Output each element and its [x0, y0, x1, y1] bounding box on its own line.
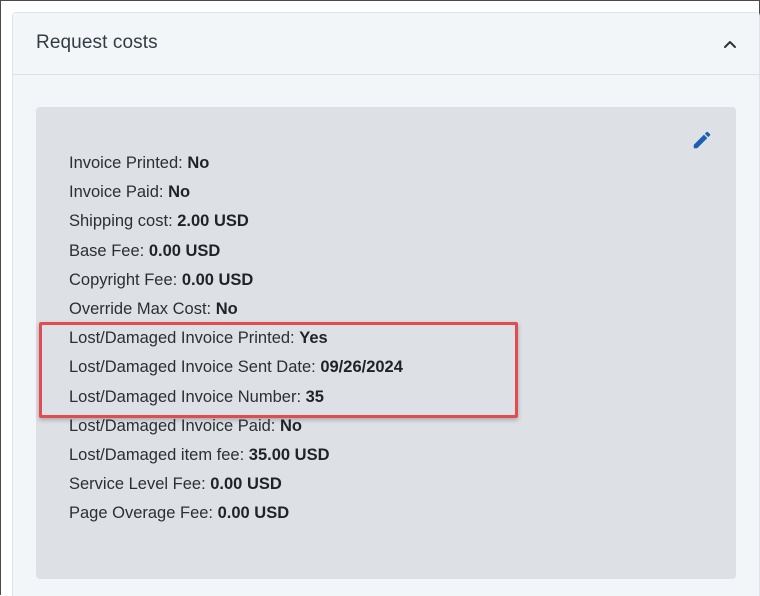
field-label: Lost/Damaged Invoice Paid: — [69, 416, 276, 435]
field-lost-damaged-invoice-number: Lost/Damaged Invoice Number: 35 — [69, 383, 403, 412]
window-frame: Request costs Invoice Printed: No Invoic… — [0, 0, 760, 596]
field-value: No — [187, 154, 210, 172]
field-service-level-fee: Service Level Fee: 0.00 USD — [69, 470, 403, 499]
field-value: 0.00 USD — [181, 270, 254, 289]
field-value: 35 — [305, 387, 324, 406]
field-page-overage-fee: Page Overage Fee: 0.00 USD — [69, 499, 403, 528]
cost-field-list: Invoice Printed: No Invoice Paid: No Shi… — [69, 149, 403, 528]
pencil-icon[interactable] — [691, 129, 713, 151]
field-value: 0.00 USD — [217, 504, 290, 523]
field-value: No — [279, 416, 302, 435]
field-label: Service Level Fee: — [69, 475, 206, 494]
field-label: Copyright Fee: — [69, 270, 178, 289]
field-label: Page Overage Fee: — [69, 504, 214, 523]
panel-title: Request costs — [36, 32, 158, 53]
field-label: Lost/Damaged Invoice Sent Date: — [69, 358, 316, 377]
field-invoice-printed: Invoice Printed: No — [69, 149, 403, 178]
field-override-max-cost: Override Max Cost: No — [69, 295, 403, 324]
request-costs-panel: Request costs Invoice Printed: No Invoic… — [12, 12, 760, 596]
field-label: Shipping cost: — [69, 212, 173, 231]
field-base-fee: Base Fee: 0.00 USD — [69, 237, 403, 266]
panel-header[interactable]: Request costs — [13, 13, 759, 75]
field-value: Yes — [299, 329, 328, 348]
field-label: Lost/Damaged item fee: — [69, 445, 245, 464]
field-value: No — [168, 183, 191, 202]
field-lost-damaged-item-fee: Lost/Damaged item fee: 35.00 USD — [69, 441, 403, 470]
field-value: 2.00 USD — [177, 212, 249, 231]
cost-details-card: Invoice Printed: No Invoice Paid: No Shi… — [36, 107, 736, 579]
chevron-up-icon[interactable] — [719, 33, 741, 55]
field-value: 0.00 USD — [210, 475, 282, 494]
field-invoice-paid: Invoice Paid: No — [69, 178, 403, 207]
field-value: 09/26/2024 — [320, 358, 403, 377]
field-label: Override Max Cost: — [69, 299, 212, 318]
field-lost-damaged-invoice-paid: Lost/Damaged Invoice Paid: No — [69, 412, 403, 441]
field-label: Invoice Paid: — [69, 183, 164, 202]
field-value: 0.00 USD — [148, 241, 221, 260]
field-copyright-fee: Copyright Fee: 0.00 USD — [69, 266, 403, 295]
field-label: Base Fee: — [69, 241, 145, 260]
field-lost-damaged-invoice-sent-date: Lost/Damaged Invoice Sent Date: 09/26/20… — [69, 353, 403, 382]
field-label: Invoice Printed: — [69, 154, 183, 172]
field-lost-damaged-invoice-printed: Lost/Damaged Invoice Printed: Yes — [69, 324, 403, 353]
field-value: 35.00 USD — [248, 445, 330, 464]
field-label: Lost/Damaged Invoice Number: — [69, 387, 302, 406]
field-label: Lost/Damaged Invoice Printed: — [69, 329, 295, 348]
field-value: No — [215, 299, 238, 318]
field-shipping-cost: Shipping cost: 2.00 USD — [69, 207, 403, 236]
